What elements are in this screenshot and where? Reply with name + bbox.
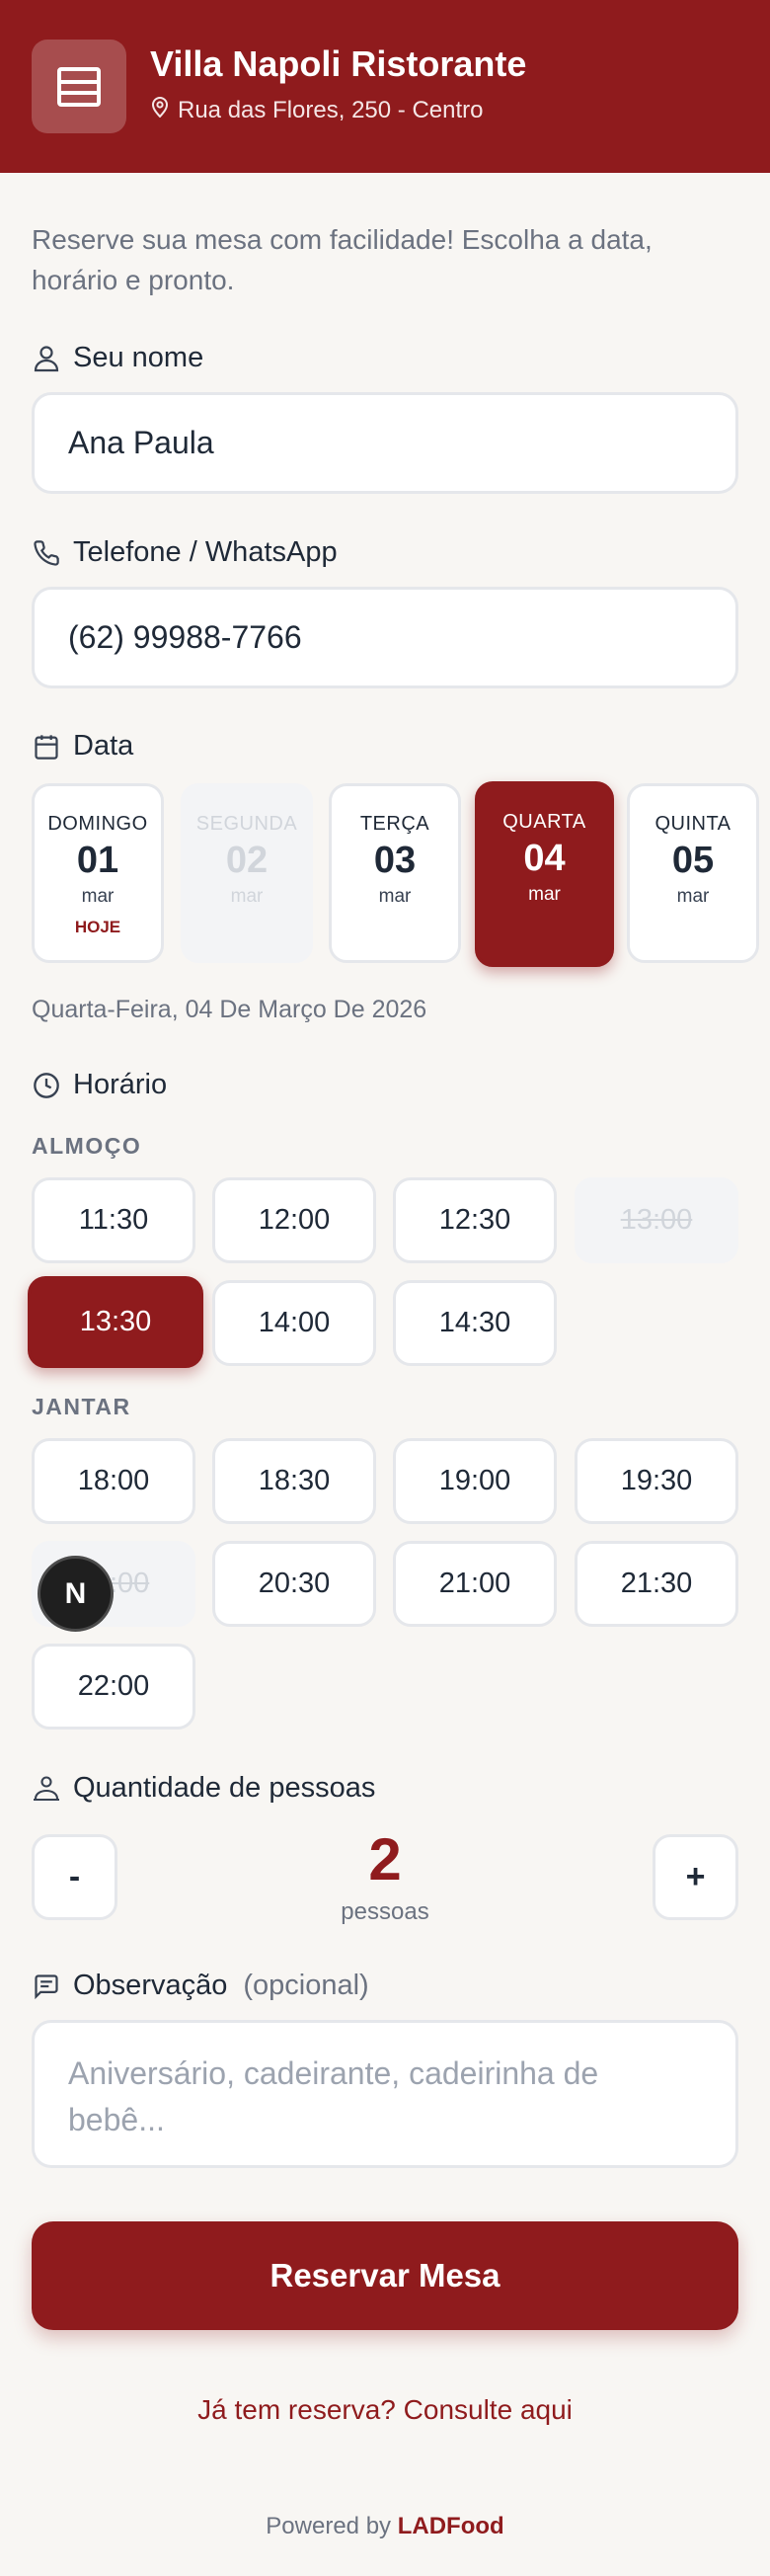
date-day: 03 (373, 840, 417, 881)
notes-textarea[interactable]: Aniversário, cadeirante, cadeirinha de b… (32, 2020, 738, 2168)
time-slot-unavailable: 13:00 (575, 1177, 738, 1263)
date-month: mar (528, 884, 561, 905)
name-label: Seu nome (32, 342, 203, 374)
time-slot[interactable]: 11:30 (32, 1177, 195, 1263)
notes-label-text: Observação (73, 1970, 228, 2001)
decrease-guests-button[interactable]: - (32, 1834, 117, 1920)
intro-text: Reserve sua mesa com facilidade! Escolha… (32, 224, 653, 295)
time-slot[interactable]: 21:30 (575, 1541, 738, 1627)
footer: Powered by LADFood (0, 2513, 770, 2540)
dev-tools-badge[interactable]: N (38, 1556, 114, 1632)
time-slot[interactable]: 19:30 (575, 1438, 738, 1524)
time-slot-selected[interactable]: 13:30 (28, 1276, 203, 1368)
header: Villa Napoli Ristorante Rua das Flores, … (0, 0, 770, 173)
date-day: 01 (76, 840, 119, 881)
phone-input[interactable]: (62) 99988-7766 (32, 587, 738, 688)
date-label-text: Data (73, 730, 134, 762)
date-card-01[interactable]: DOMINGO 01 mar HOJE (32, 783, 164, 963)
restaurant-address: Rua das Flores, 250 - Centro (150, 96, 483, 124)
menu-icon (32, 40, 126, 133)
name-input[interactable]: Ana Paula (32, 392, 738, 494)
guest-count: 2 (368, 1826, 402, 1892)
time-slot[interactable]: 14:00 (212, 1280, 376, 1366)
date-card-04[interactable]: QUARTA 04 mar (475, 781, 614, 967)
people-icon (32, 1774, 61, 1804)
guests-label: Quantidade de pessoas (32, 1772, 375, 1805)
dinner-section-label: JANTAR (32, 1394, 131, 1419)
notes-placeholder: Aniversário, cadeirante, cadeirinha de b… (68, 2055, 599, 2137)
date-month: mar (230, 886, 264, 907)
phone-icon (32, 538, 61, 568)
optional-hint: (opcional) (243, 1970, 369, 2001)
time-slot[interactable]: 18:00 (32, 1438, 195, 1524)
restaurant-name: Villa Napoli Ristorante (150, 43, 527, 84)
date-day: 04 (523, 838, 566, 879)
time-slot[interactable]: 19:00 (393, 1438, 557, 1524)
clock-icon (32, 1071, 61, 1100)
date-dow: TERÇA (359, 813, 430, 835)
time-slot[interactable]: 18:30 (212, 1438, 376, 1524)
date-month: mar (81, 886, 115, 907)
time-slot[interactable]: 22:00 (32, 1644, 195, 1730)
date-dow: QUINTA (654, 813, 732, 835)
date-card-05[interactable]: QUINTA 05 mar (627, 783, 759, 963)
phone-label: Telefone / WhatsApp (32, 536, 338, 569)
name-label-text: Seu nome (73, 342, 204, 373)
footer-brand[interactable]: LADFood (398, 2513, 504, 2539)
selected-date-text: Quarta-Feira, 04 De Março De 2026 (32, 996, 427, 1023)
date-dow: QUARTA (502, 811, 586, 833)
calendar-icon (32, 732, 61, 762)
date-card-02: SEGUNDA 02 mar (181, 783, 313, 963)
time-label-text: Horário (73, 1069, 168, 1100)
guests-label-text: Quantidade de pessoas (73, 1772, 376, 1804)
date-label: Data (32, 730, 133, 763)
time-slot[interactable]: 12:00 (212, 1177, 376, 1263)
date-month: mar (378, 886, 412, 907)
increase-guests-button[interactable]: + (653, 1834, 738, 1920)
map-pin-icon (150, 96, 170, 124)
message-icon (32, 1972, 61, 2001)
today-badge: HOJE (74, 918, 121, 936)
time-slot[interactable]: 12:30 (393, 1177, 557, 1263)
reserve-table-button[interactable]: Reservar Mesa (32, 2221, 738, 2330)
time-label: Horário (32, 1069, 167, 1101)
footer-prefix: Powered by (266, 2513, 392, 2539)
guest-count-unit: pessoas (341, 1898, 429, 1925)
notes-label: Observação (opcional) (32, 1970, 369, 2002)
date-day: 02 (225, 840, 269, 881)
lookup-reservation-link[interactable]: Já tem reserva? Consulte aqui (0, 2394, 770, 2426)
address-text: Rua das Flores, 250 - Centro (178, 96, 484, 123)
time-slot[interactable]: 20:30 (212, 1541, 376, 1627)
time-slot[interactable]: 21:00 (393, 1541, 557, 1627)
date-dow: DOMINGO (47, 813, 148, 835)
date-dow: SEGUNDA (195, 813, 298, 835)
date-day: 05 (671, 840, 715, 881)
phone-label-text: Telefone / WhatsApp (73, 536, 338, 568)
user-icon (32, 344, 61, 373)
date-month: mar (676, 886, 710, 907)
lunch-section-label: ALMOÇO (32, 1133, 142, 1159)
date-card-03[interactable]: TERÇA 03 mar (329, 783, 461, 963)
time-slot[interactable]: 14:30 (393, 1280, 557, 1366)
